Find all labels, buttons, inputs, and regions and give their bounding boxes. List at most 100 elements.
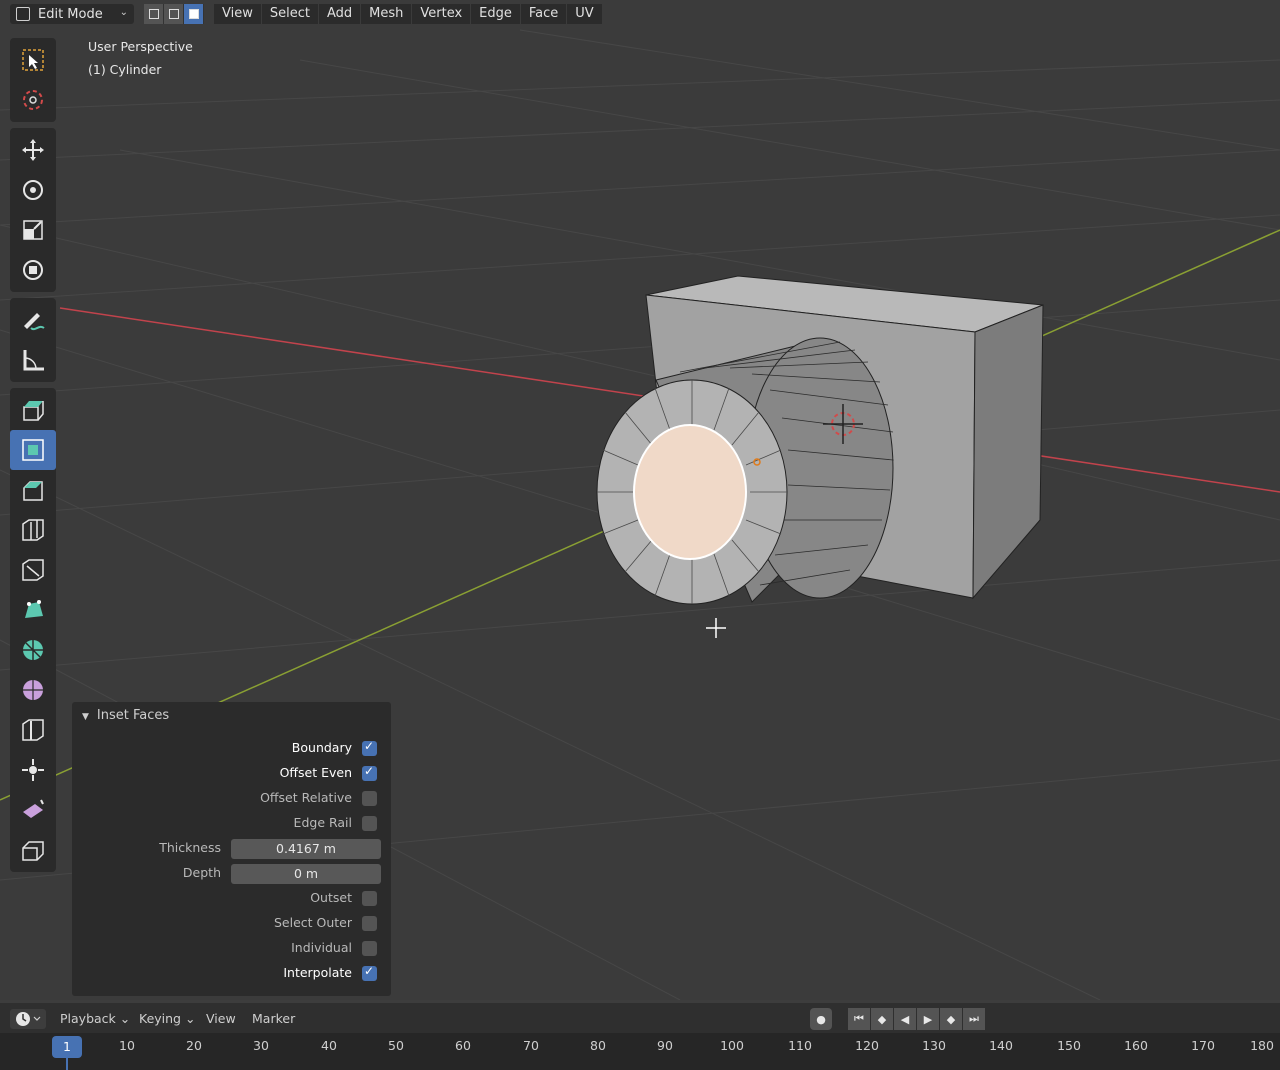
timeline-menu-view[interactable]: View [206, 1011, 236, 1026]
frame-label: 110 [788, 1038, 812, 1053]
spin-icon [23, 640, 43, 660]
tool-transform[interactable] [10, 250, 56, 290]
object-name-label: (1) Cylinder [88, 62, 162, 77]
outset-checkbox[interactable] [362, 891, 377, 906]
timeline-menu-playback[interactable]: Playback ⌄ [60, 1011, 130, 1026]
frame-label: 130 [922, 1038, 946, 1053]
option-offset-relative[interactable]: Offset Relative [72, 788, 391, 810]
edge-select-button[interactable] [164, 4, 184, 24]
frame-label: 90 [657, 1038, 673, 1053]
bevel-icon [23, 481, 43, 501]
3d-viewport[interactable]: Edit Mode ⌄ View Select Add Mesh Vertex … [0, 0, 1280, 1000]
move-icon [22, 139, 44, 161]
tool-poly-build[interactable] [10, 590, 56, 630]
operator-panel-inset-faces[interactable]: ▼Inset Faces Boundary Offset Even Offset… [72, 702, 391, 996]
tool-loop-cut[interactable] [10, 510, 56, 550]
edge-rail-checkbox[interactable] [362, 816, 377, 831]
option-offset-even[interactable]: Offset Even [72, 763, 391, 785]
poly-build-icon [25, 600, 43, 618]
tool-rotate[interactable] [10, 170, 56, 210]
tool-shrink-fatten[interactable] [10, 750, 56, 790]
tool-edge-slide[interactable] [10, 710, 56, 750]
play-reverse-button[interactable]: ◀ [894, 1008, 916, 1030]
option-select-outer[interactable]: Select Outer [72, 913, 391, 935]
loop-cut-icon [22, 519, 44, 541]
prev-keyframe-button[interactable]: ◆ [871, 1008, 893, 1030]
menu-face[interactable]: Face [520, 4, 567, 24]
frame-ruler[interactable]: 1 10 20 30 40 50 60 70 80 90 100 110 120… [0, 1033, 1280, 1070]
mouse-pointer-icon [706, 618, 726, 638]
tool-select-box[interactable] [10, 40, 56, 80]
individual-checkbox[interactable] [362, 941, 377, 956]
jump-end-button[interactable]: ⏭ [963, 1008, 985, 1030]
boundary-checkbox[interactable] [362, 739, 377, 756]
tool-rip-region[interactable] [10, 830, 56, 870]
tool-inset-faces[interactable] [10, 430, 56, 470]
tool-measure[interactable] [10, 340, 56, 380]
jump-start-button[interactable]: ⏮ [848, 1008, 870, 1030]
record-button[interactable]: ● [810, 1008, 832, 1030]
menu-mesh[interactable]: Mesh [361, 4, 412, 24]
select-box-icon [22, 49, 44, 71]
view-name-label: User Perspective [88, 39, 193, 54]
option-boundary[interactable]: Boundary [72, 738, 391, 760]
shear-icon [23, 799, 44, 818]
tool-knife[interactable] [10, 550, 56, 590]
thickness-field[interactable]: 0.4167 m [231, 839, 381, 859]
menu-vertex[interactable]: Vertex [412, 4, 471, 24]
interpolate-checkbox[interactable] [362, 964, 377, 981]
record-icon: ● [816, 1012, 826, 1026]
timeline-menu-marker[interactable]: Marker [252, 1011, 295, 1026]
option-individual[interactable]: Individual [72, 938, 391, 960]
menu-select[interactable]: Select [261, 4, 318, 24]
mode-dropdown[interactable]: Edit Mode ⌄ [10, 4, 134, 24]
play-reverse-icon: ◀ [900, 1012, 910, 1026]
frame-label: 180 [1250, 1038, 1274, 1053]
measure-icon [23, 350, 44, 371]
viewport-header: Edit Mode ⌄ View Select Add Mesh Vertex … [0, 0, 602, 28]
collapse-triangle-icon: ▼ [82, 712, 89, 722]
inset-faces-icon [22, 439, 44, 461]
vertex-select-button[interactable] [144, 4, 164, 24]
tool-shear[interactable] [10, 790, 56, 830]
prev-keyframe-icon: ◆ [877, 1012, 887, 1026]
playback-controls: ● ⏮ ◆ ◀ ▶ ◆ ⏭ [810, 1008, 986, 1030]
current-frame-indicator[interactable]: 1 [52, 1036, 82, 1058]
chevron-down-icon: ⌄ [119, 7, 128, 18]
tool-spin[interactable] [10, 630, 56, 670]
play-button[interactable]: ▶ [917, 1008, 939, 1030]
depth-field[interactable]: 0 m [231, 864, 381, 884]
timeline-menu-keying[interactable]: Keying ⌄ [139, 1011, 195, 1026]
tool-extrude-region[interactable] [10, 390, 56, 430]
offset-relative-checkbox[interactable] [362, 791, 377, 806]
menu-edge[interactable]: Edge [471, 4, 520, 24]
vertex-select-icon [148, 9, 159, 19]
transform-icon [23, 260, 43, 280]
menu-add[interactable]: Add [318, 4, 361, 24]
select-mode-toggles [144, 4, 204, 24]
option-outset[interactable]: Outset [72, 888, 391, 910]
offset-even-checkbox[interactable] [362, 764, 377, 781]
option-interpolate[interactable]: Interpolate [72, 963, 391, 985]
option-edge-rail[interactable]: Edge Rail [72, 813, 391, 835]
next-keyframe-icon: ◆ [946, 1012, 956, 1026]
cylinder-mesh[interactable] [596, 337, 894, 605]
tool-scale[interactable] [10, 210, 56, 250]
tool-annotate[interactable] [10, 300, 56, 340]
operator-panel-header[interactable]: ▼ Inset Faces [82, 708, 169, 723]
select-outer-checkbox[interactable] [362, 916, 377, 931]
rotate-icon [23, 180, 43, 200]
tool-smooth[interactable] [10, 670, 56, 710]
editor-type-button[interactable] [10, 1009, 46, 1029]
smooth-icon [23, 680, 43, 700]
menu-view[interactable]: View [214, 4, 261, 24]
tool-cursor[interactable] [10, 80, 56, 120]
timeline-header: Playback ⌄ Keying ⌄ View Marker ● ⏮ ◆ ◀ … [0, 1003, 1280, 1033]
next-keyframe-button[interactable]: ◆ [940, 1008, 962, 1030]
tool-bevel[interactable] [10, 470, 56, 510]
menu-uv[interactable]: UV [567, 4, 602, 24]
tool-move[interactable] [10, 130, 56, 170]
face-select-button[interactable] [184, 4, 204, 24]
tool-shelf [10, 38, 56, 878]
frame-label: 70 [523, 1038, 539, 1053]
